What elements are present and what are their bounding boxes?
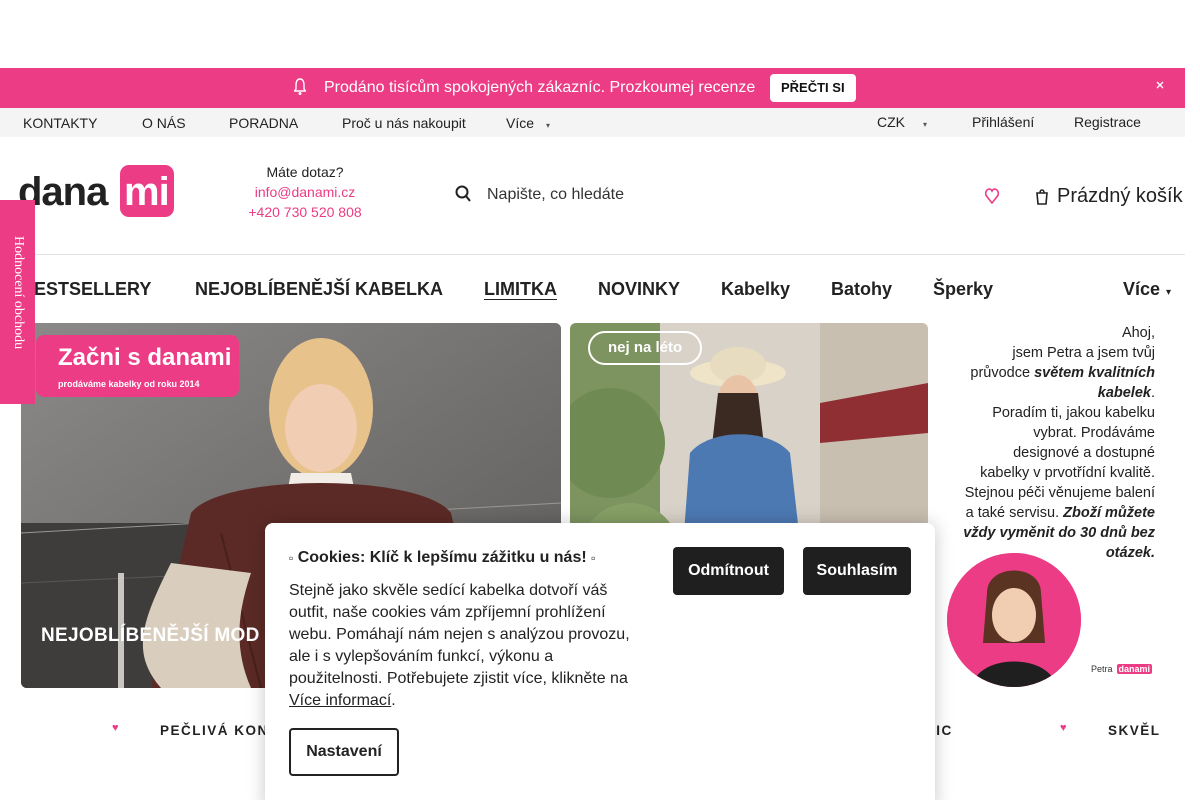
- petra-text-line: Stejnou péči věnujeme balení: [964, 485, 1155, 501]
- nav-limited[interactable]: LIMITKA: [484, 279, 557, 300]
- reject-cookies-button[interactable]: Odmítnout: [673, 547, 784, 595]
- petra-text-line: designové a dostupné: [1013, 445, 1155, 461]
- more-info-link[interactable]: Více informací: [289, 692, 391, 709]
- petra-text-line: a také servisu. Zboží můžete: [945, 503, 1155, 523]
- nav-more[interactable]: Více ▾: [1123, 279, 1171, 300]
- top-link-advice[interactable]: PORADNA: [229, 115, 298, 131]
- petra-text-part: a také servisu.: [965, 505, 1060, 521]
- petra-signature-logo: danami: [1116, 664, 1153, 674]
- nav-more-label: Více: [1123, 279, 1161, 299]
- petra-text-line: kabelky v prvotřídní kvalitě.: [980, 465, 1155, 481]
- petra-intro-text: Ahoj, jsem Petra a jsem tvůj průvodce sv…: [945, 323, 1155, 563]
- summer-tag: nej na léto: [588, 331, 703, 365]
- heart-icon[interactable]: [984, 186, 1001, 206]
- search-input[interactable]: [487, 183, 887, 207]
- top-link-more-label: Více: [506, 115, 535, 131]
- contact-email-link[interactable]: info@danami.cz: [230, 182, 380, 202]
- cookie-settings-button[interactable]: Nastavení: [289, 728, 399, 776]
- nav-handbags[interactable]: Kabelky: [721, 279, 790, 300]
- bell-icon: [293, 78, 307, 96]
- top-links-bar: KONTAKTY O NÁS PORADNA Proč u nás nakoup…: [0, 108, 1185, 137]
- close-icon[interactable]: [1156, 81, 1164, 92]
- heart-icon: ♥: [1060, 722, 1069, 734]
- banner1-subtitle: prodáváme kabelky od roku 2014: [58, 379, 200, 389]
- cart-button[interactable]: Prázdný košík: [1036, 182, 1183, 210]
- heart-icon: ♥: [112, 722, 121, 734]
- petra-text-part: průvodce: [970, 365, 1035, 381]
- petra-text-line: průvodce světem kvalitních: [945, 363, 1155, 383]
- store-rating-tab[interactable]: Hodnocení obchodu: [0, 200, 35, 404]
- cookie-icon: ▫: [591, 551, 596, 565]
- search-box: [452, 180, 912, 210]
- main-nav: BESTSELLERY NEJOBLÍBENĚJŠÍ KABELKA LIMIT…: [0, 276, 1185, 306]
- accept-cookies-button[interactable]: Souhlasím: [803, 547, 911, 595]
- read-reviews-button[interactable]: PŘEČTI SI: [770, 74, 856, 102]
- store-rating-label: Hodnocení obchodu: [11, 236, 26, 350]
- nav-bestsellers[interactable]: BESTSELLERY: [21, 279, 151, 300]
- petra-text-emphasis: světem kvalitních: [1034, 365, 1155, 381]
- contact-phone-link[interactable]: +420 730 520 808: [230, 202, 380, 222]
- cookie-icon: ▫: [289, 551, 294, 565]
- petra-avatar: [947, 553, 1081, 687]
- top-link-why-buy[interactable]: Proč u nás nakoupit: [342, 115, 466, 131]
- chevron-down-icon: ▾: [546, 121, 551, 130]
- logo-text-mi: mi: [124, 170, 169, 214]
- nav-backpacks[interactable]: Batohy: [831, 279, 892, 300]
- petra-text-line: Ahoj,: [1121, 325, 1155, 341]
- petra-text-line: vybrat. Prodáváme: [1033, 425, 1155, 441]
- hero-banner-petra[interactable]: Ahoj, jsem Petra a jsem tvůj průvodce sv…: [937, 323, 1167, 688]
- logo[interactable]: dana mi: [18, 165, 178, 219]
- announcement-bar: Prodáno tisícům spokojených zákazníc. Pr…: [0, 68, 1185, 108]
- petra-text-line: Poradím ti, jakou kabelku: [992, 405, 1155, 421]
- petra-text-line: vždy vyměnit do 30 dnů bez: [945, 523, 1155, 543]
- top-link-contacts[interactable]: KONTAKTY: [23, 115, 97, 131]
- banner1-title: Začni s danami: [58, 344, 232, 371]
- ticker-item: SKVĚL: [1108, 723, 1161, 738]
- start-with-danami-tag: Začni s danami prodáváme kabelky od roku…: [36, 335, 239, 397]
- petra-text-emphasis: kabelek: [1097, 385, 1151, 401]
- petra-text-line: kabelek.: [1097, 385, 1155, 401]
- petra-text-emphasis: Zboží můžete: [1059, 505, 1155, 521]
- header-divider: [0, 254, 1185, 255]
- ticker-item: PEČLIVÁ KON: [160, 723, 269, 738]
- cart-label: Prázdný košík: [1057, 184, 1183, 207]
- cookie-body-text: Stejně jako skvěle sedící kabelka dotvoř…: [289, 582, 630, 687]
- petra-signature: Petra danami: [1091, 664, 1153, 674]
- chevron-down-icon: ▾: [923, 120, 928, 129]
- top-link-more[interactable]: Více ▾: [506, 115, 550, 131]
- contact-block: Máte dotaz? info@danami.cz +420 730 520 …: [230, 162, 380, 222]
- petra-text-line: otázek.: [945, 543, 1155, 563]
- currency-label: CZK: [877, 114, 905, 130]
- cart-icon: [1036, 187, 1048, 205]
- login-link[interactable]: Přihlášení: [972, 114, 1034, 130]
- cookie-body: Stejně jako skvěle sedící kabelka dotvoř…: [289, 580, 639, 712]
- cookie-body-end: .: [391, 692, 396, 709]
- contact-question: Máte dotaz?: [266, 164, 344, 180]
- petra-text-line: jsem Petra a jsem tvůj: [1012, 345, 1155, 361]
- banner1-caption: NEJOBLÍBENĚJŠÍ MOD: [41, 625, 260, 646]
- page: Prodáno tisícům spokojených zákazníc. Pr…: [0, 0, 1200, 800]
- nav-favorite-bag[interactable]: NEJOBLÍBENĚJŠÍ KABELKA: [195, 279, 443, 300]
- petra-text-emphasis: otázek.: [1105, 545, 1155, 561]
- cookie-dialog: ▫ Cookies: Klíč k lepšímu zážitku u nás!…: [265, 523, 935, 800]
- search-icon[interactable]: [455, 185, 471, 203]
- chevron-down-icon: ▾: [1166, 287, 1172, 298]
- top-link-about[interactable]: O NÁS: [142, 115, 186, 131]
- cookie-title: ▫ Cookies: Klíč k lepšímu zážitku u nás!…: [289, 549, 595, 567]
- nav-jewelry[interactable]: Šperky: [933, 279, 993, 300]
- register-link[interactable]: Registrace: [1074, 114, 1141, 130]
- nav-new[interactable]: NOVINKY: [598, 279, 680, 300]
- petra-text-emphasis: vždy vyměnit do 30 dnů bez: [963, 525, 1155, 541]
- petra-signature-name: Petra: [1091, 664, 1113, 674]
- announcement-message: Prodáno tisícům spokojených zákazníc. Pr…: [324, 79, 756, 96]
- cookie-title-text: Cookies: Klíč k lepšímu zážitku u nás!: [297, 549, 587, 566]
- currency-select[interactable]: CZK ▾: [877, 114, 927, 130]
